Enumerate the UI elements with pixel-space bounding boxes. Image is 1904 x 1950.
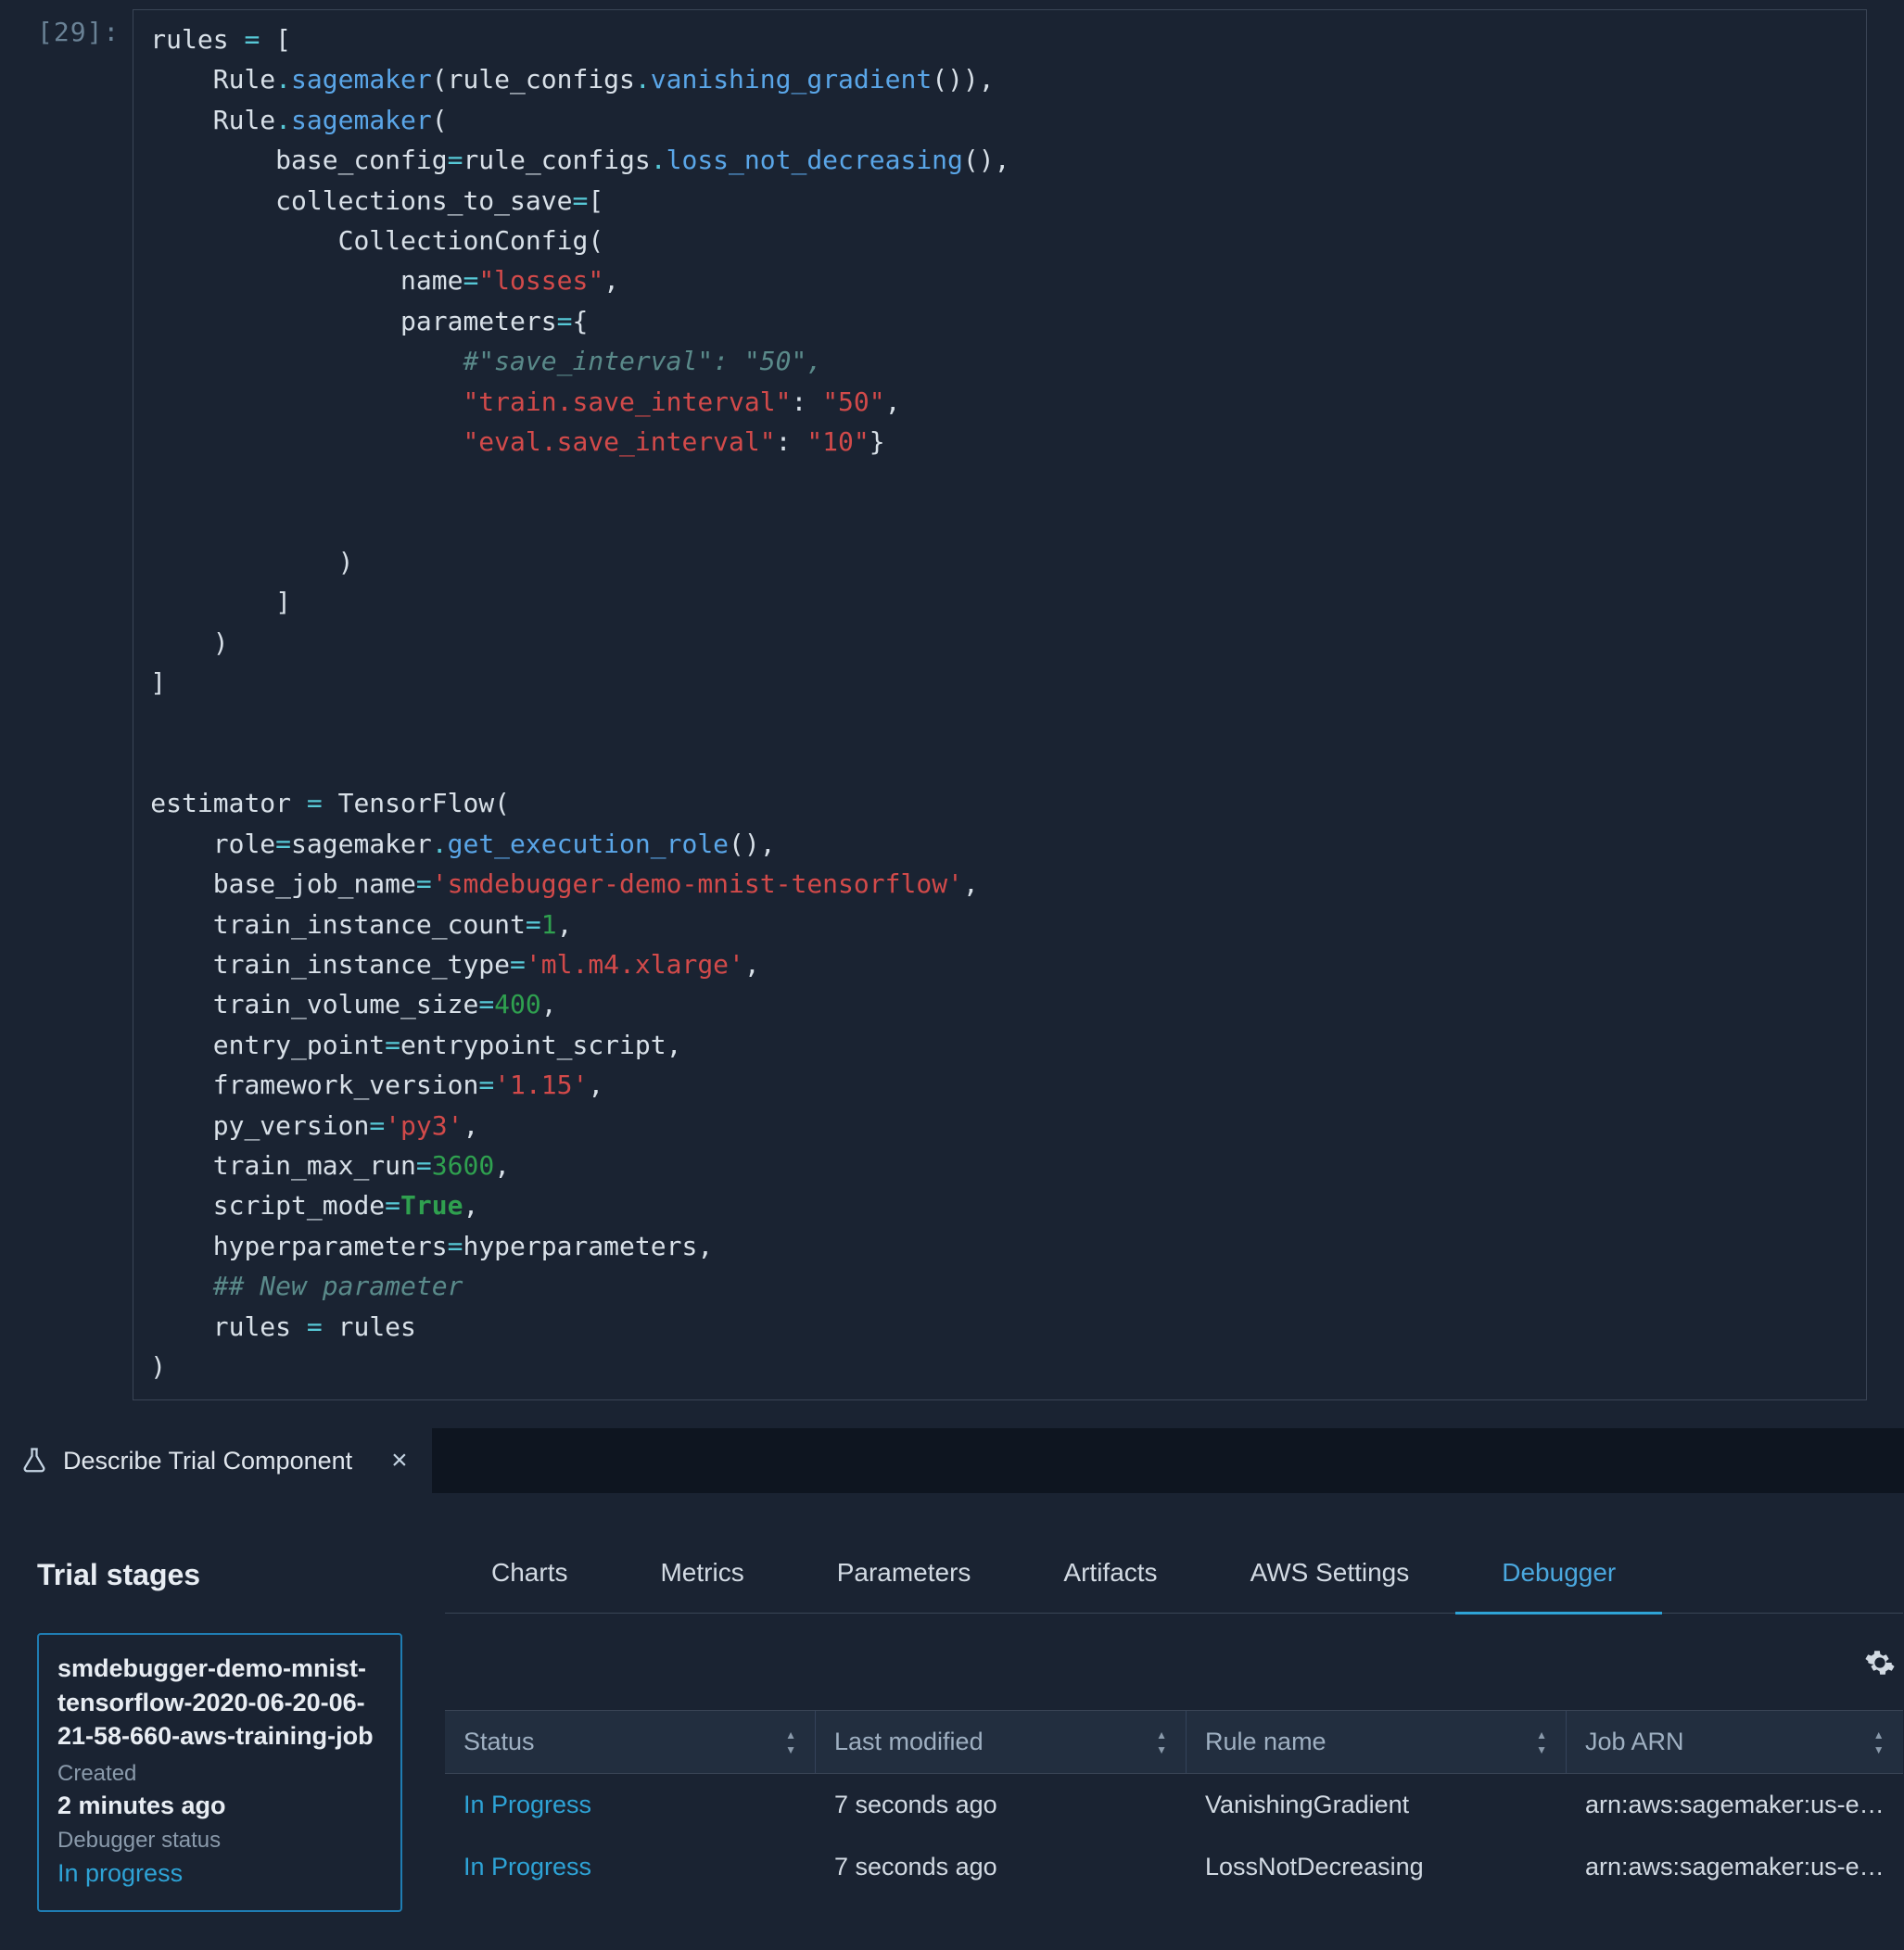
col-rule-name[interactable]: Rule name [1187, 1711, 1567, 1773]
col-status[interactable]: Status [445, 1711, 816, 1773]
flask-icon [20, 1447, 48, 1475]
debugger-rules-table: Status Last modified Rule name Job ARN I… [445, 1710, 1903, 1898]
cell-last-modified: 7 seconds ago [816, 1836, 1187, 1898]
tab-charts[interactable]: Charts [445, 1558, 614, 1613]
sort-icon[interactable] [785, 1728, 796, 1756]
table-row[interactable]: In Progress 7 seconds ago VanishingGradi… [445, 1774, 1903, 1836]
cell-last-modified: 7 seconds ago [816, 1774, 1187, 1836]
trial-job-name: smdebugger-demo-mnist-tensorflow-2020-06… [57, 1652, 382, 1753]
detail-tabs: Charts Metrics Parameters Artifacts AWS … [445, 1558, 1903, 1614]
code-cell: [29]: rules = [ Rule.sagemaker(rule_conf… [0, 0, 1904, 1428]
table-header: Status Last modified Rule name Job ARN [445, 1710, 1903, 1774]
sort-icon[interactable] [1536, 1728, 1547, 1756]
cell-rule-name: VanishingGradient [1187, 1774, 1567, 1836]
debugger-status-label: Debugger status [57, 1826, 382, 1855]
trial-body: Trial stages smdebugger-demo-mnist-tenso… [0, 1493, 1904, 1949]
col-job-arn[interactable]: Job ARN [1567, 1711, 1903, 1773]
tab-metrics[interactable]: Metrics [614, 1558, 790, 1613]
code-input[interactable]: rules = [ Rule.sagemaker(rule_configs.va… [133, 9, 1867, 1400]
sort-icon[interactable] [1873, 1728, 1885, 1756]
trial-main: Charts Metrics Parameters Artifacts AWS … [445, 1558, 1903, 1912]
cell-prompt: [29]: [37, 9, 133, 1400]
col-last-modified[interactable]: Last modified [816, 1711, 1187, 1773]
cell-job-arn: arn:aws:sagemaker:us-e… [1567, 1774, 1903, 1836]
table-row[interactable]: In Progress 7 seconds ago LossNotDecreas… [445, 1836, 1903, 1898]
created-value: 2 minutes ago [57, 1789, 382, 1822]
panel-tab-title: Describe Trial Component [63, 1447, 352, 1475]
cell-status: In Progress [445, 1774, 816, 1836]
tab-artifacts[interactable]: Artifacts [1017, 1558, 1203, 1613]
cell-status: In Progress [445, 1836, 816, 1898]
trial-stage-card[interactable]: smdebugger-demo-mnist-tensorflow-2020-06… [37, 1633, 402, 1912]
sort-icon[interactable] [1156, 1728, 1167, 1756]
tab-debugger[interactable]: Debugger [1455, 1558, 1662, 1614]
gear-icon[interactable] [1864, 1647, 1896, 1678]
trial-stages-sidebar: Trial stages smdebugger-demo-mnist-tenso… [37, 1558, 402, 1912]
panel-tab-bar: Describe Trial Component × [0, 1428, 1904, 1493]
close-icon[interactable]: × [391, 1447, 408, 1475]
cell-rule-name: LossNotDecreasing [1187, 1836, 1567, 1898]
cell-job-arn: arn:aws:sagemaker:us-e… [1567, 1836, 1903, 1898]
debugger-status-value: In progress [57, 1856, 382, 1890]
created-label: Created [57, 1759, 382, 1789]
tab-parameters[interactable]: Parameters [791, 1558, 1018, 1613]
panel-tab-describe-trial[interactable]: Describe Trial Component × [0, 1428, 433, 1493]
trial-stages-heading: Trial stages [37, 1558, 402, 1592]
tab-aws-settings[interactable]: AWS Settings [1204, 1558, 1456, 1613]
